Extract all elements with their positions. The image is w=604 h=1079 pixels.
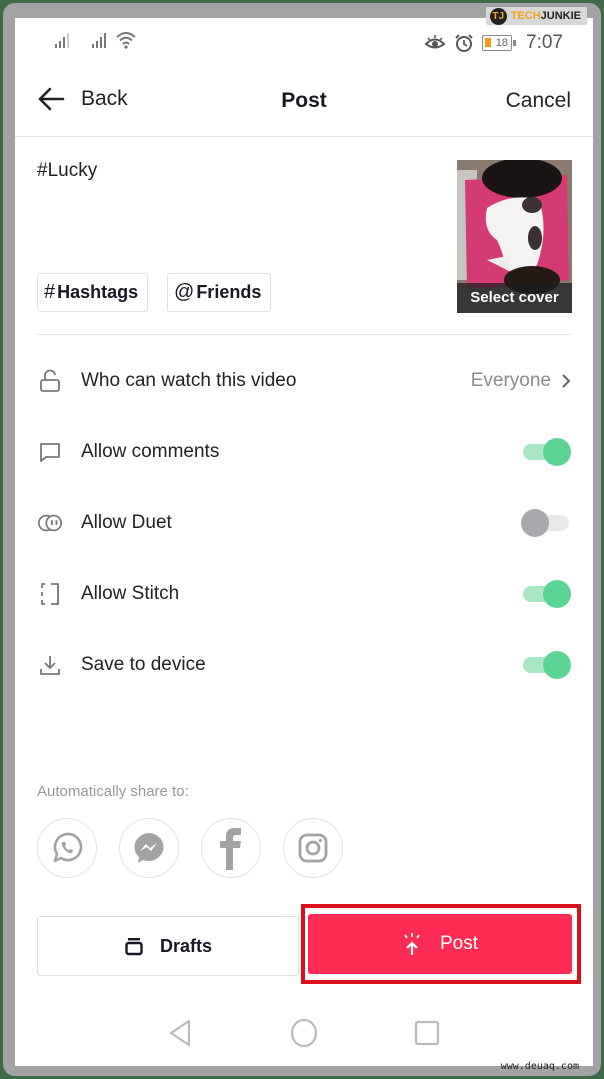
share-instagram-button[interactable] (283, 818, 343, 878)
alarm-icon (455, 34, 473, 52)
setting-who-can-watch[interactable]: Who can watch this video Everyone (15, 353, 593, 409)
drafts-button[interactable]: Drafts (37, 916, 299, 976)
privacy-value-text: Everyone (470, 370, 551, 391)
post-button[interactable]: Post (308, 914, 572, 974)
allow-comments-toggle[interactable] (521, 438, 571, 466)
chevron-right-icon (562, 374, 571, 388)
nav-back-button[interactable] (164, 1017, 196, 1049)
hashtags-label: Hashtags (57, 282, 139, 302)
allow-duet-toggle[interactable] (521, 509, 571, 537)
hashtags-button[interactable]: # Hashtags (37, 273, 149, 312)
setting-label: Allow Stitch (81, 583, 180, 604)
share-facebook-button[interactable] (201, 818, 261, 878)
hashtag-icon: # (44, 281, 56, 303)
setting-label: Allow Duet (81, 512, 172, 533)
privacy-value[interactable]: Everyone (471, 370, 571, 392)
share-label: Automatically share to: (37, 783, 189, 800)
drafts-label: Drafts (159, 935, 212, 956)
back-nav-icon (169, 1019, 191, 1047)
clock: 7:07 (526, 32, 563, 53)
drafts-icon (125, 938, 143, 956)
techjunkie-watermark: TJ TECHJUNKIE (485, 7, 587, 25)
cover-thumbnail[interactable]: Select cover (457, 160, 572, 313)
select-cover-label: Select cover (457, 283, 572, 313)
allow-stitch-toggle[interactable] (521, 580, 571, 608)
comment-icon (37, 439, 63, 465)
setting-label: Save to device (81, 654, 206, 675)
eye-comfort-icon (424, 35, 446, 49)
facebook-icon (220, 828, 241, 870)
techjunkie-logo: TJ (489, 7, 507, 25)
screen: 18 7:07 Back Post Cancel #Lucky # Hashta… (15, 18, 593, 1066)
home-nav-icon (290, 1018, 318, 1048)
divider (37, 334, 572, 335)
recents-nav-icon (414, 1020, 440, 1046)
signal-sim2-icon (92, 32, 106, 48)
at-icon: @ (174, 281, 195, 303)
setting-label: Who can watch this video (81, 370, 297, 391)
caption-input[interactable]: #Lucky (37, 160, 97, 182)
status-bar: 18 7:07 (15, 18, 593, 68)
share-whatsapp-button[interactable] (37, 818, 97, 878)
setting-allow-comments: Allow comments (15, 424, 593, 480)
download-icon (37, 652, 63, 678)
site-watermark: www.deuaq.com (500, 1061, 579, 1072)
instagram-icon (298, 833, 328, 863)
system-nav-bar (15, 1003, 593, 1063)
watermark-brand-suffix: JUNKIE (540, 10, 581, 22)
setting-save-to-device: Save to device (15, 637, 593, 693)
setting-label: Allow comments (81, 441, 220, 462)
friends-label: Friends (196, 282, 262, 302)
battery-level: 18 (495, 37, 509, 49)
share-targets (37, 818, 343, 878)
signal-sim1-icon (55, 32, 69, 48)
nav-home-button[interactable] (288, 1017, 320, 1049)
lock-open-icon (37, 368, 63, 394)
messenger-icon (134, 833, 164, 863)
setting-allow-stitch: Allow Stitch (15, 566, 593, 622)
arrow-left-icon (38, 87, 65, 111)
device-frame: TJ TECHJUNKIE 18 7:07 Back Post Cancel #… (3, 3, 601, 1076)
whatsapp-icon (53, 832, 83, 863)
cancel-button[interactable]: Cancel (506, 89, 571, 113)
friends-button[interactable]: @ Friends (167, 273, 272, 312)
setting-allow-duet: Allow Duet (15, 495, 593, 551)
nav-recents-button[interactable] (411, 1017, 443, 1049)
battery-indicator: 18 (482, 35, 517, 51)
stitch-icon (37, 581, 63, 607)
save-to-device-toggle[interactable] (521, 651, 571, 679)
share-messenger-button[interactable] (119, 818, 179, 878)
post-label: Post (439, 933, 479, 954)
header: Back Post Cancel (15, 73, 593, 137)
back-button[interactable]: Back (37, 87, 128, 111)
duet-icon (37, 510, 63, 536)
post-upload-icon (404, 933, 420, 955)
back-label: Back (81, 87, 128, 110)
wifi-icon (116, 32, 136, 49)
watermark-brand-prefix: TECH (510, 10, 541, 22)
